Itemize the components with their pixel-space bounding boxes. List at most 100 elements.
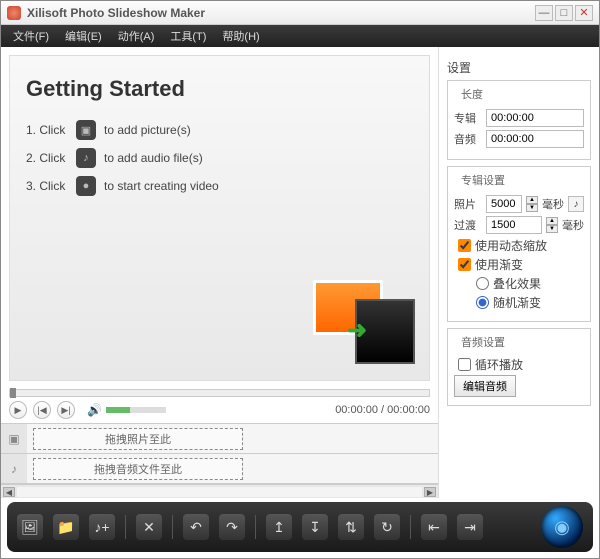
move-down-button[interactable]: ↧ [302, 514, 328, 540]
step-2-text: to add audio file(s) [104, 151, 203, 165]
step-1-text: to add picture(s) [104, 123, 191, 137]
transition-duration-input[interactable] [486, 216, 542, 234]
player-controls: ▶ |◀ ▶| 🔊 00:00:00 / 00:00:00 [1, 397, 438, 423]
transition-duration-label: 过渡 [454, 217, 482, 233]
delete-button[interactable]: ✕ [136, 514, 162, 540]
track-icons-column: ▣ ♪ [1, 424, 27, 484]
add-image-button[interactable]: 🖼 [17, 514, 43, 540]
toolbar-separator-4 [410, 515, 411, 539]
toolbar-separator-3 [255, 515, 256, 539]
last-button[interactable]: ⇥ [457, 514, 483, 540]
audio-length-label: 音频 [454, 131, 482, 147]
step-1-label: 1. Click [26, 123, 68, 137]
window-title: Xilisoft Photo Slideshow Maker [27, 6, 533, 20]
settings-sidebar: 设置 长度 专辑 音频 专辑设置 照片 ▲ [439, 47, 599, 498]
photo-duration-spinner: ▲ ▼ [526, 196, 538, 212]
refresh-button[interactable]: ↻ [374, 514, 400, 540]
main-panel: Getting Started 1. Click ▣ to add pictur… [1, 47, 439, 498]
timeline-scrollbar[interactable]: ◀ ▶ [1, 484, 438, 498]
album-settings-fieldset: 专辑设置 照片 ▲ ▼ 毫秒 ♪ 过渡 ▲ ▼ [447, 166, 591, 322]
volume-slider[interactable] [106, 407, 166, 413]
audio-settings-fieldset: 音频设置 循环播放 编辑音频 [447, 328, 591, 406]
preview-canvas: Getting Started 1. Click ▣ to add pictur… [9, 55, 430, 381]
preview-graphic: ➜ [307, 278, 417, 368]
album-length-label: 专辑 [454, 110, 482, 126]
photo-spin-up[interactable]: ▲ [526, 196, 538, 204]
photo-track-icon: ▣ [1, 424, 27, 454]
menu-file[interactable]: 文件(F) [5, 28, 57, 44]
arrow-icon: ➜ [347, 316, 367, 345]
first-button[interactable]: ⇤ [421, 514, 447, 540]
audio-track-icon: ♪ [1, 454, 27, 484]
use-fade-checkbox[interactable] [458, 258, 471, 271]
audio-length-input[interactable] [486, 130, 584, 148]
play-button[interactable]: ▶ [9, 401, 27, 419]
use-fade-label: 使用渐变 [475, 256, 523, 273]
trans-spin-up[interactable]: ▲ [546, 217, 558, 225]
scrub-thumb[interactable] [10, 388, 16, 398]
prev-button[interactable]: |◀ [33, 401, 51, 419]
add-picture-icon: ▣ [76, 120, 96, 140]
loop-checkbox[interactable] [458, 358, 471, 371]
toolbar-separator [125, 515, 126, 539]
getting-started-heading: Getting Started [26, 76, 413, 102]
fade-mode-group: 叠化效果 随机渐变 [472, 275, 584, 311]
create-video-icon: ● [76, 176, 96, 196]
overlay-radio[interactable] [476, 277, 489, 290]
length-fieldset: 长度 专辑 音频 [447, 80, 591, 160]
album-length-input[interactable] [486, 109, 584, 127]
swap-button[interactable]: ⇅ [338, 514, 364, 540]
next-button[interactable]: ▶| [57, 401, 75, 419]
trans-spin-down[interactable]: ▼ [546, 225, 558, 233]
volume-fill [106, 407, 130, 413]
menu-action[interactable]: 动作(A) [110, 28, 163, 44]
scroll-track[interactable] [17, 487, 422, 497]
photo-duration-label: 照片 [454, 196, 482, 212]
title-bar: Xilisoft Photo Slideshow Maker — □ ✕ [1, 1, 599, 25]
bottom-toolbar: 🖼 📁 ♪+ ✕ ↶ ↷ ↥ ↧ ⇅ ↻ ⇤ ⇥ ◉ [7, 502, 593, 552]
audio-drop-zone[interactable]: 拖拽音频文件至此 [33, 458, 243, 480]
audio-track[interactable]: 拖拽音频文件至此 [27, 454, 438, 484]
music-note-button[interactable]: ♪ [568, 196, 584, 212]
maximize-button[interactable]: □ [555, 5, 573, 21]
add-audio-icon: ♪ [76, 148, 96, 168]
step-3-text: to start creating video [104, 179, 219, 193]
photo-drop-zone[interactable]: 拖拽照片至此 [33, 428, 243, 450]
random-fade-radio[interactable] [476, 296, 489, 309]
step-3: 3. Click ● to start creating video [26, 176, 413, 196]
rotate-right-button[interactable]: ↷ [219, 514, 245, 540]
app-logo-icon [7, 6, 21, 20]
volume-control: 🔊 [87, 403, 166, 417]
create-video-button[interactable]: ◉ [541, 506, 583, 548]
menu-tool[interactable]: 工具(T) [162, 28, 214, 44]
step-3-label: 3. Click [26, 179, 68, 193]
close-button[interactable]: ✕ [575, 5, 593, 21]
time-display: 00:00:00 / 00:00:00 [335, 404, 430, 416]
photo-spin-down[interactable]: ▼ [526, 204, 538, 212]
loop-label: 循环播放 [475, 356, 523, 373]
scroll-left-button[interactable]: ◀ [3, 487, 15, 497]
scroll-right-button[interactable]: ▶ [424, 487, 436, 497]
menu-edit[interactable]: 编辑(E) [57, 28, 110, 44]
step-1: 1. Click ▣ to add picture(s) [26, 120, 413, 140]
photo-duration-input[interactable] [486, 195, 522, 213]
dynamic-zoom-label: 使用动态缩放 [475, 237, 547, 254]
transition-spinner: ▲ ▼ [546, 217, 558, 233]
menu-help[interactable]: 帮助(H) [214, 28, 267, 44]
speaker-icon[interactable]: 🔊 [87, 403, 102, 417]
photo-track[interactable]: 拖拽照片至此 [27, 424, 438, 454]
add-music-button[interactable]: ♪+ [89, 514, 115, 540]
length-legend: 长度 [458, 86, 486, 102]
add-folder-button[interactable]: 📁 [53, 514, 79, 540]
step-2: 2. Click ♪ to add audio file(s) [26, 148, 413, 168]
timeline-tracks: ▣ ♪ 拖拽照片至此 拖拽音频文件至此 [1, 423, 438, 484]
scrub-bar[interactable] [9, 389, 430, 397]
content-area: Getting Started 1. Click ▣ to add pictur… [1, 47, 599, 498]
rotate-left-button[interactable]: ↶ [183, 514, 209, 540]
move-up-button[interactable]: ↥ [266, 514, 292, 540]
edit-audio-button[interactable]: 编辑音频 [454, 375, 516, 397]
step-2-label: 2. Click [26, 151, 68, 165]
minimize-button[interactable]: — [535, 5, 553, 21]
audio-settings-legend: 音频设置 [458, 334, 508, 350]
dynamic-zoom-checkbox[interactable] [458, 239, 471, 252]
